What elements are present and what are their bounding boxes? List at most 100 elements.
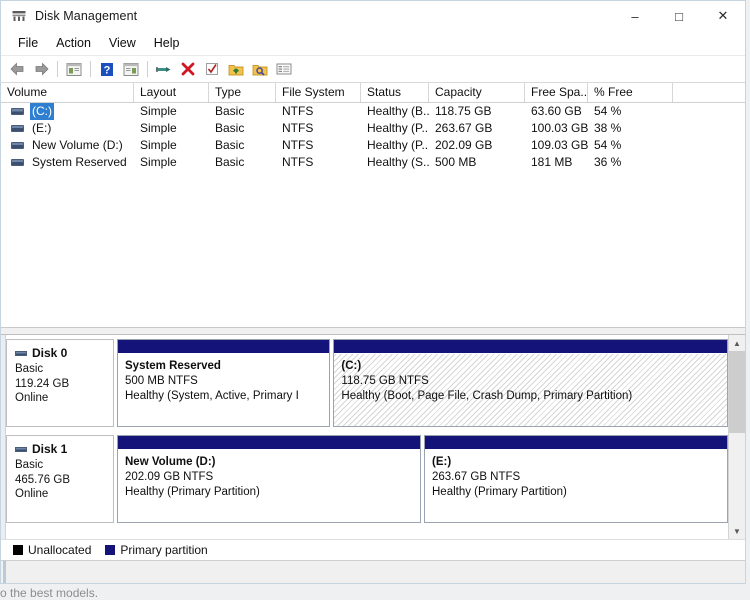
cell-percent-free: 54 % — [594, 104, 622, 118]
scrollbar-track[interactable] — [729, 351, 745, 523]
partition-e-drive[interactable]: (E:) 263.67 GB NTFS Healthy (Primary Par… — [424, 435, 728, 523]
cell-percent-free: 38 % — [594, 121, 622, 135]
forward-icon[interactable] — [29, 58, 53, 80]
column-header-percent-free[interactable]: % Free — [588, 83, 673, 102]
unallocated-swatch-icon — [13, 545, 23, 555]
volume-list-pane[interactable]: Volume Layout Type File System Status Ca… — [1, 83, 745, 327]
disk-type-1: Basic — [15, 459, 44, 471]
volume-table-header: Volume Layout Type File System Status Ca… — [1, 83, 745, 103]
column-header-free-space[interactable]: Free Spa... — [525, 83, 588, 102]
table-row[interactable]: (E:) Simple Basic NTFS Healthy (P... 263… — [1, 120, 745, 137]
show-hide-console-tree-icon[interactable] — [62, 58, 86, 80]
disk-state-0: Online — [15, 392, 49, 404]
column-header-layout[interactable]: Layout — [134, 83, 209, 102]
cell-status: Healthy (P... — [367, 121, 429, 135]
view-details-icon[interactable] — [272, 58, 296, 80]
menu-item-action[interactable]: Action — [47, 33, 100, 53]
delete-icon[interactable] — [176, 58, 200, 80]
table-row[interactable]: System Reserved Simple Basic NTFS Health… — [1, 154, 745, 171]
partition-status: Healthy (System, Active, Primary I — [125, 390, 299, 402]
legend: Unallocated Primary partition — [1, 539, 745, 560]
screen-root: o the best models. Disk Management – □ ✕ — [0, 0, 750, 600]
column-header-volume[interactable]: Volume — [1, 83, 134, 102]
partition-system-reserved[interactable]: System Reserved 500 MB NTFS Healthy (Sys… — [117, 339, 331, 427]
partition-body: (E:) 263.67 GB NTFS Healthy (Primary Par… — [425, 450, 727, 522]
disk-row-1[interactable]: Disk 1 Basic 465.76 GB Online New Volume… — [6, 435, 728, 523]
disk-1-partitions: New Volume (D:) 202.09 GB NTFS Healthy (… — [114, 435, 728, 523]
properties-pen-icon[interactable] — [152, 58, 176, 80]
volume-drive-icon — [11, 125, 24, 132]
cell-free-space: 181 MB — [531, 155, 573, 169]
primary-partition-swatch-icon — [105, 545, 116, 555]
legend-item-unallocated: Unallocated — [13, 543, 91, 557]
show-hide-action-pane-icon[interactable] — [119, 58, 143, 80]
partition-c-drive[interactable]: (C:) 118.75 GB NTFS Healthy (Boot, Page … — [333, 339, 728, 427]
column-header-type[interactable]: Type — [209, 83, 276, 102]
table-row[interactable]: (C:) Simple Basic NTFS Healthy (B... 118… — [1, 103, 745, 120]
maximize-button[interactable]: □ — [657, 1, 701, 31]
help-icon[interactable]: ? — [95, 58, 119, 80]
disk-info-0[interactable]: Disk 0 Basic 119.24 GB Online — [6, 339, 114, 427]
cell-free-space: 63.60 GB — [531, 104, 582, 118]
partition-status: Healthy (Boot, Page File, Crash Dump, Pr… — [341, 390, 633, 402]
cell-type: Basic — [215, 104, 245, 118]
cell-capacity: 118.75 GB — [435, 104, 492, 118]
cell-volume: System Reserved — [1, 154, 134, 171]
partition-new-volume-d[interactable]: New Volume (D:) 202.09 GB NTFS Healthy (… — [117, 435, 421, 523]
disk-name-0: Disk 0 — [15, 346, 113, 360]
cell-volume-label: (C:) — [30, 103, 54, 120]
disk-info-1[interactable]: Disk 1 Basic 465.76 GB Online — [6, 435, 114, 523]
title-bar: Disk Management – □ ✕ — [1, 1, 745, 31]
partition-status: Healthy (Primary Partition) — [432, 486, 567, 498]
disk-0-partitions: System Reserved 500 MB NTFS Healthy (Sys… — [114, 339, 728, 427]
disk-name-1: Disk 1 — [15, 442, 113, 456]
cell-volume-label: System Reserved — [32, 155, 127, 169]
cell-file-system: NTFS — [282, 121, 314, 135]
menu-item-view[interactable]: View — [100, 33, 145, 53]
cell-layout: Simple — [140, 121, 177, 135]
window-controls: – □ ✕ — [613, 1, 745, 31]
cell-capacity: 202.09 GB — [435, 138, 493, 152]
menu-item-file[interactable]: File — [9, 33, 47, 53]
menu-bar: File Action View Help — [1, 31, 745, 56]
pane-splitter[interactable] — [1, 327, 745, 335]
cell-layout: Simple — [140, 104, 177, 118]
cell-type: Basic — [215, 121, 245, 135]
graph-pane-scrollbar[interactable]: ▲ ▼ — [728, 335, 745, 539]
close-button[interactable]: ✕ — [701, 1, 745, 31]
scroll-up-arrow-icon[interactable]: ▲ — [729, 335, 745, 351]
graphical-disk-pane: Disk 0 Basic 119.24 GB Online System Res… — [1, 335, 745, 539]
column-header-capacity[interactable]: Capacity — [429, 83, 525, 102]
disk-state-1: Online — [15, 488, 49, 500]
partition-name: (C:) — [341, 360, 362, 372]
partition-body: (C:) 118.75 GB NTFS Healthy (Boot, Page … — [334, 354, 727, 426]
check-task-icon[interactable] — [200, 58, 224, 80]
column-header-file-system[interactable]: File System — [276, 83, 361, 102]
export-folder-icon[interactable] — [224, 58, 248, 80]
disk-row-0[interactable]: Disk 0 Basic 119.24 GB Online System Res… — [6, 339, 728, 427]
disk-name-label: Disk 1 — [32, 442, 68, 456]
cell-volume-label: (E:) — [32, 121, 52, 135]
search-folder-icon[interactable] — [248, 58, 272, 80]
column-header-status[interactable]: Status — [361, 83, 429, 102]
cell-percent-free: 54 % — [594, 138, 622, 152]
table-row[interactable]: New Volume (D:) Simple Basic NTFS Health… — [1, 137, 745, 154]
back-icon[interactable] — [5, 58, 29, 80]
cell-status: Healthy (B... — [367, 104, 429, 118]
partition-type-bar — [118, 340, 330, 354]
cell-capacity: 263.67 GB — [435, 121, 493, 135]
disk-name-label: Disk 0 — [32, 346, 68, 360]
partition-size-fs: 118.75 GB NTFS — [341, 375, 429, 387]
scrollbar-thumb[interactable] — [729, 351, 745, 433]
minimize-button[interactable]: – — [613, 1, 657, 31]
cell-file-system: NTFS — [282, 155, 314, 169]
legend-label-unallocated: Unallocated — [28, 543, 92, 557]
cell-volume-label: New Volume (D:) — [32, 138, 123, 152]
svg-text:?: ? — [104, 64, 111, 76]
partition-type-bar — [118, 436, 420, 450]
partition-size-fs: 202.09 GB NTFS — [125, 471, 214, 483]
menu-item-help[interactable]: Help — [145, 33, 189, 53]
status-bar-grip — [3, 561, 6, 583]
cell-status: Healthy (S... — [367, 155, 429, 169]
scroll-down-arrow-icon[interactable]: ▼ — [729, 523, 745, 539]
